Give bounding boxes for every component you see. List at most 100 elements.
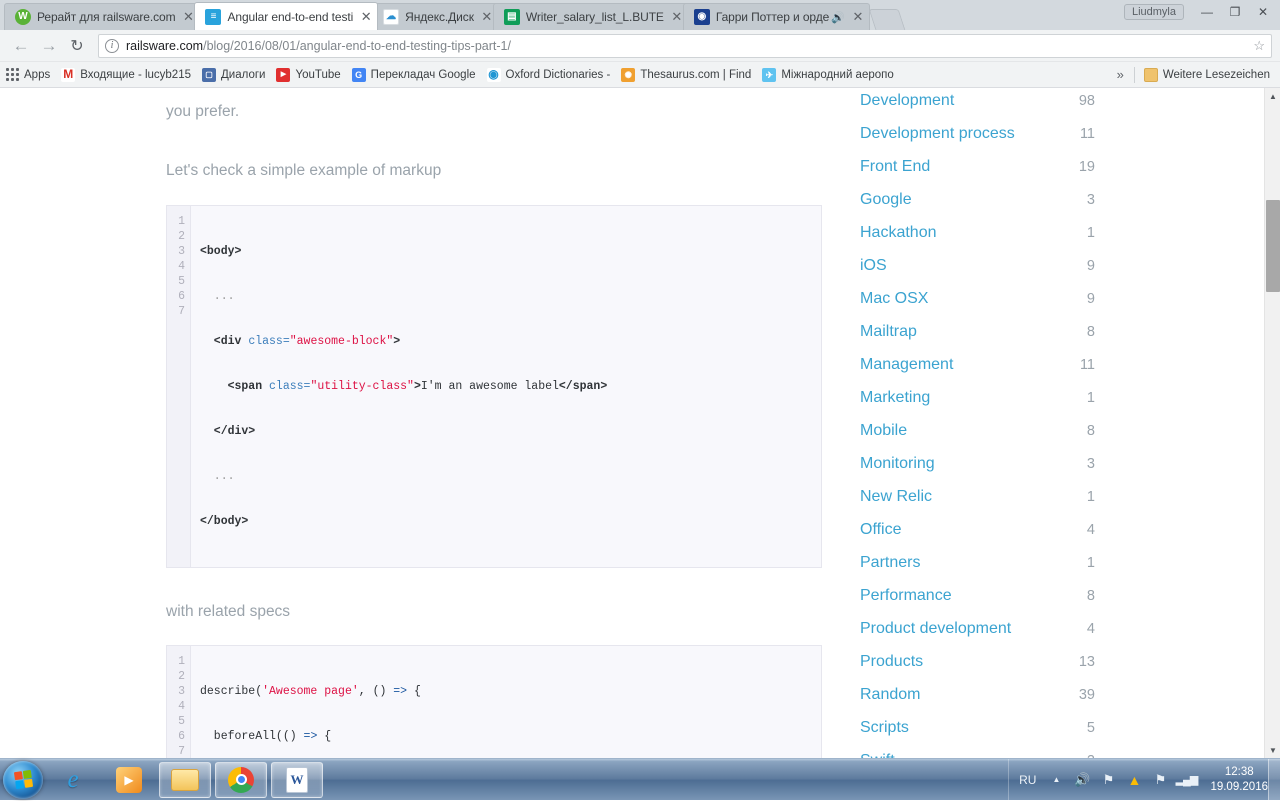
browser-tab[interactable]: W Рерайт для railsware.com ✕ — [4, 3, 201, 30]
category-label[interactable]: Partners — [860, 554, 920, 572]
category-item[interactable]: Development 98 — [860, 92, 1265, 125]
category-item[interactable]: Product development 4 — [860, 620, 1265, 653]
category-label[interactable]: Hackathon — [860, 224, 937, 242]
category-label[interactable]: Development process — [860, 125, 1015, 143]
other-bookmarks-folder[interactable]: Weitere Lesezeichen — [1143, 67, 1270, 82]
category-label[interactable]: Front End — [860, 158, 930, 176]
code-block-markup[interactable]: 1 2 3 4 5 6 7 <body> ... <div class="awe… — [166, 204, 822, 568]
category-label[interactable]: Mac OSX — [860, 290, 928, 308]
category-item[interactable]: Products 13 — [860, 653, 1265, 686]
category-item[interactable]: Mailtrap 8 — [860, 323, 1265, 356]
category-label[interactable]: Development — [860, 92, 954, 110]
category-label[interactable]: Marketing — [860, 389, 930, 407]
bookmark-item[interactable]: ✈ Міжнародний аеропо — [762, 67, 894, 82]
category-label[interactable]: Office — [860, 521, 902, 539]
maximize-button[interactable]: ❐ — [1222, 2, 1248, 22]
bookmark-item[interactable]: G Перекладач Google — [351, 67, 476, 82]
category-label[interactable]: Management — [860, 356, 953, 374]
show-hidden-icons-icon[interactable]: ▲ — [1046, 770, 1066, 790]
category-item[interactable]: Mobile 8 — [860, 422, 1265, 455]
category-label[interactable]: Mobile — [860, 422, 907, 440]
taskbar-media-player[interactable]: ▶ — [103, 762, 155, 798]
category-item[interactable]: Office 4 — [860, 521, 1265, 554]
site-info-icon[interactable]: i — [105, 38, 119, 53]
category-item[interactable]: Mac OSX 9 — [860, 290, 1265, 323]
scroll-down-icon[interactable]: ▼ — [1265, 742, 1280, 758]
google-drive-icon[interactable]: ▲ — [1124, 770, 1144, 790]
category-item[interactable]: Management 11 — [860, 356, 1265, 389]
taskbar-google-chrome[interactable] — [215, 761, 267, 798]
apps-shortcut[interactable]: Apps — [6, 68, 50, 81]
signal-strength-icon[interactable]: ▂▄▆ — [1176, 770, 1199, 790]
line-number: 6 — [178, 289, 185, 303]
category-item[interactable]: iOS 9 — [860, 257, 1265, 290]
category-item[interactable]: Monitoring 3 — [860, 455, 1265, 488]
category-item[interactable]: Front End 19 — [860, 158, 1265, 191]
category-item[interactable]: Development process 11 — [860, 125, 1265, 158]
category-label[interactable]: Scripts — [860, 719, 909, 737]
volume-icon[interactable]: 🔊 — [1072, 770, 1092, 790]
category-item[interactable]: Scripts 5 — [860, 719, 1265, 752]
category-label[interactable]: New Relic — [860, 488, 932, 506]
action-center-icon[interactable]: ⚑ — [1150, 770, 1170, 790]
bookmark-star-icon[interactable]: ☆ — [1247, 38, 1265, 54]
windows-media-player-icon: ▶ — [116, 766, 142, 793]
paragraph: you prefer. — [166, 103, 240, 120]
browser-tab-active[interactable]: ≡ Angular end-to-end testi ✕ — [194, 2, 379, 30]
category-item[interactable]: Random 39 — [860, 686, 1265, 719]
category-label[interactable]: Mailtrap — [860, 323, 917, 341]
close-icon[interactable]: ✕ — [480, 10, 494, 24]
category-item[interactable]: Google 3 — [860, 191, 1265, 224]
close-icon[interactable]: ✕ — [359, 10, 373, 24]
scrollbar-thumb[interactable] — [1266, 200, 1280, 292]
close-icon[interactable]: ✕ — [851, 10, 865, 24]
code-block-spec[interactable]: 1 2 3 4 5 6 7 8 9 10 11 12 13 14 describ… — [166, 644, 822, 758]
address-bar[interactable]: i railsware.com/blog/2016/08/01/angular-… — [98, 33, 1272, 58]
show-desktop-button[interactable] — [1268, 759, 1280, 801]
back-icon[interactable]: ← — [8, 33, 34, 59]
category-item[interactable]: Hackathon 1 — [860, 224, 1265, 257]
page-scrollbar[interactable]: ▲ ▼ — [1264, 88, 1280, 758]
bookmark-item[interactable]: M Входящие - lucyb215 — [61, 67, 191, 82]
category-item[interactable]: Partners 1 — [860, 554, 1265, 587]
taskbar-internet-explorer[interactable]: e — [47, 762, 99, 798]
line-number: 3 — [178, 684, 185, 698]
forward-icon[interactable]: → — [36, 33, 62, 59]
user-profile-button[interactable]: Liudmyla — [1123, 4, 1184, 20]
browser-tab[interactable]: ▤ Writer_salary_list_L.BUTE ✕ — [492, 3, 689, 30]
category-label[interactable]: Products — [860, 653, 923, 671]
category-label[interactable]: Product development — [860, 620, 1011, 638]
close-icon[interactable]: ✕ — [181, 10, 195, 24]
chrome-browser-window: W Рерайт для railsware.com ✕ ≡ Angular e… — [0, 0, 1280, 758]
reload-icon[interactable]: ↻ — [64, 33, 90, 59]
close-icon[interactable]: ✕ — [670, 10, 684, 24]
minimize-button[interactable]: — — [1194, 2, 1220, 22]
start-button[interactable] — [3, 760, 43, 799]
mute-tab-icon[interactable]: 🔊 — [831, 11, 845, 24]
category-label[interactable]: Performance — [860, 587, 952, 605]
browser-tab[interactable]: ☁ Яндекс.Диск ✕ — [372, 3, 499, 30]
code-line: </body> — [200, 514, 249, 528]
bookmark-item[interactable]: ▶ YouTube — [276, 67, 341, 82]
category-label[interactable]: Google — [860, 191, 912, 209]
taskbar-microsoft-word[interactable]: W — [271, 761, 323, 798]
bookmark-item[interactable]: ◉ Oxford Dictionaries - — [486, 67, 610, 82]
new-tab-button[interactable] — [868, 9, 906, 30]
category-item[interactable]: Performance 8 — [860, 587, 1265, 620]
category-label[interactable]: iOS — [860, 257, 887, 275]
bookmark-item[interactable]: ✺ Thesaurus.com | Find — [621, 67, 751, 82]
category-item[interactable]: Marketing 1 — [860, 389, 1265, 422]
line-numbers: 1 2 3 4 5 6 7 8 9 10 11 12 13 14 — [167, 645, 191, 758]
scroll-up-icon[interactable]: ▲ — [1265, 88, 1280, 104]
browser-tab[interactable]: ◉ Гарри Поттер и орде 🔊 ✕ — [682, 3, 870, 30]
category-label[interactable]: Monitoring — [860, 455, 935, 473]
chevron-right-overflow-icon[interactable]: » — [1107, 67, 1134, 82]
network-flag-icon[interactable]: ⚑ — [1098, 770, 1118, 790]
bookmark-item[interactable]: ▢ Диалоги — [202, 67, 265, 82]
category-label[interactable]: Random — [860, 686, 920, 704]
taskbar-windows-explorer[interactable] — [159, 761, 211, 798]
category-item[interactable]: New Relic 1 — [860, 488, 1265, 521]
close-window-button[interactable]: ✕ — [1250, 2, 1276, 22]
language-indicator[interactable]: RU — [1019, 773, 1036, 787]
clock[interactable]: 12:38 19.09.2016 — [1210, 765, 1268, 795]
